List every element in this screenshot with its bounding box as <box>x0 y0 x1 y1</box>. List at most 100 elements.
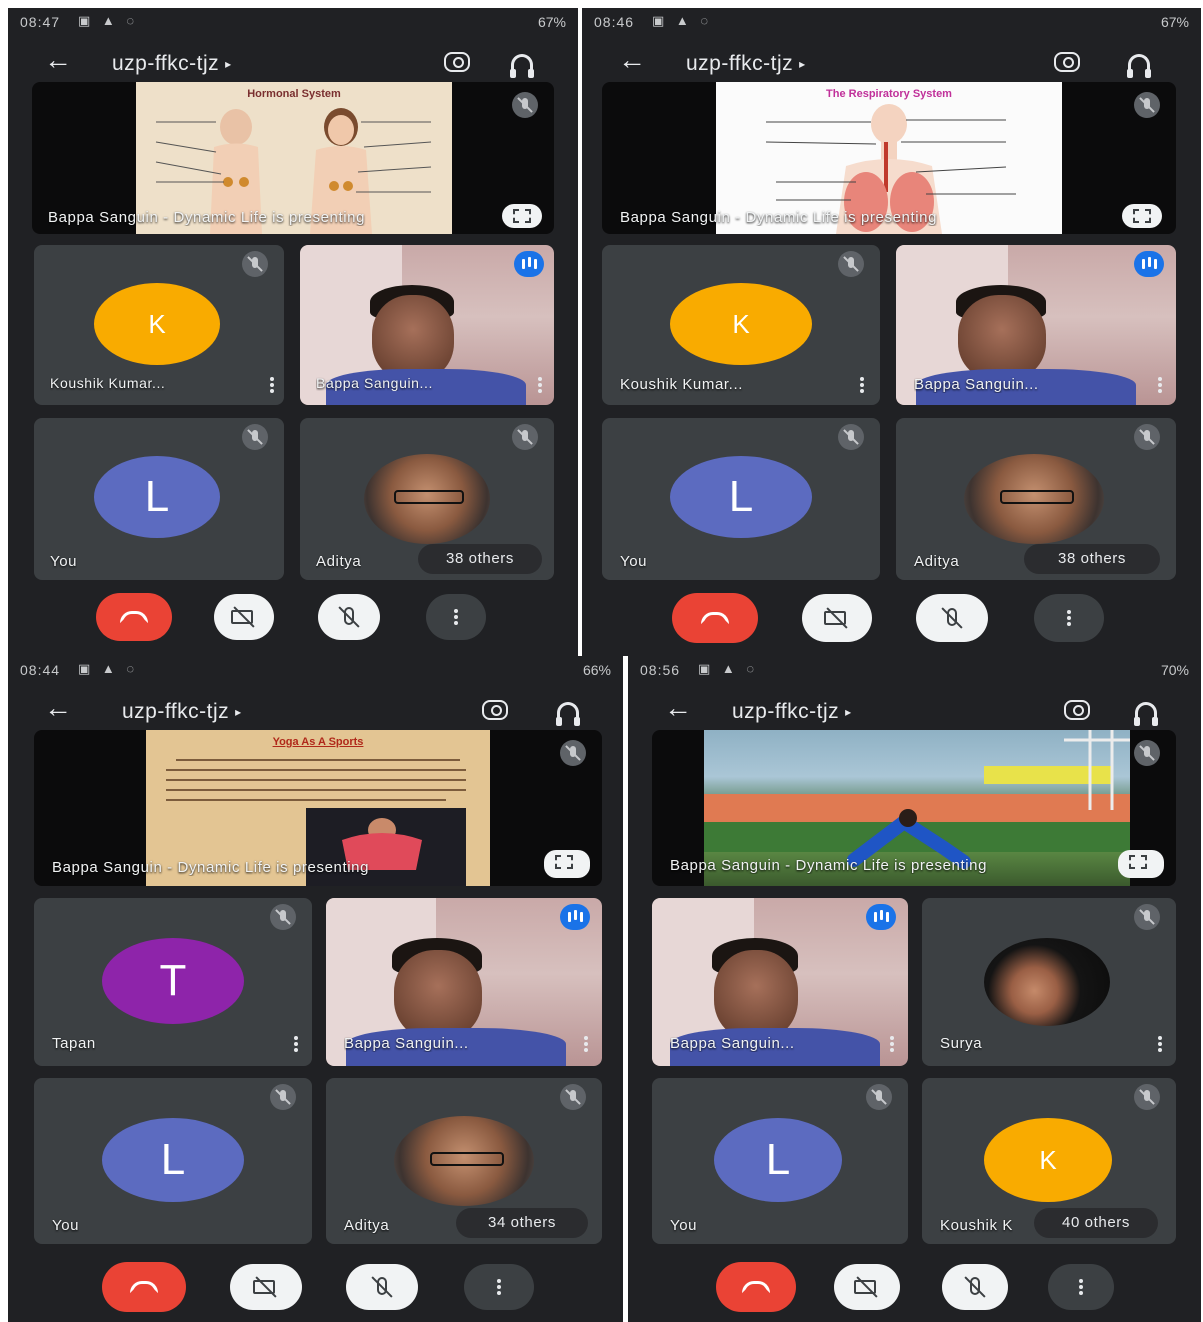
end-call-button[interactable] <box>672 593 758 643</box>
audio-output-icon[interactable] <box>1134 702 1158 726</box>
switch-camera-icon[interactable] <box>1064 700 1090 720</box>
presenter-caption: Bappa Sanguin - Dynamic Life is presenti… <box>620 209 938 226</box>
audio-output-icon[interactable] <box>556 702 580 726</box>
top-bar: ← uzp-ffkc-tjz ▸ <box>628 688 1201 736</box>
presentation-tile[interactable]: Bappa Sanguin - Dynamic Life is presenti… <box>652 730 1176 886</box>
participant-name: You <box>50 553 78 570</box>
more-options-icon[interactable] <box>538 383 542 387</box>
camera-off-button[interactable] <box>230 1264 302 1310</box>
presentation-tile[interactable]: The Respiratory System Bappa Sanguin - D… <box>602 82 1176 234</box>
camera-off-button[interactable] <box>834 1264 900 1310</box>
more-options-icon[interactable] <box>860 383 864 387</box>
participant-tile-koushik[interactable]: K Koushik K 40 others <box>922 1078 1176 1244</box>
more-options-button[interactable] <box>464 1264 534 1310</box>
participant-tile-you[interactable]: L You <box>652 1078 908 1244</box>
participant-tile-aditya[interactable]: Aditya 34 others <box>326 1078 602 1244</box>
caret-right-icon: ▸ <box>845 705 852 720</box>
avatar-k: K <box>984 1118 1112 1202</box>
others-count-chip[interactable]: 40 others <box>1034 1208 1158 1238</box>
participant-tile-you[interactable]: L You <box>34 418 284 580</box>
speaking-indicator-icon <box>1134 251 1164 277</box>
more-options-icon[interactable] <box>294 1042 298 1046</box>
presenter-caption: Bappa Sanguin - Dynamic Life is presenti… <box>52 859 370 876</box>
meet-screen-3: 08:44 ▣ ▲ ◌ 66% ← uzp-ffkc-tjz ▸ Yoga As … <box>8 656 623 1322</box>
meet-screen-1: 08:47 ▣ ▲ ◌ 67% ← uzp-ffkc-tjz ▸ Hormonal… <box>8 8 578 656</box>
back-arrow-icon[interactable]: ← <box>618 46 646 74</box>
others-count-chip[interactable]: 34 others <box>456 1208 588 1238</box>
presentation-tile[interactable]: Yoga As A Sports Bappa Sanguin - Dynamic… <box>34 730 602 886</box>
battery-level: 66% <box>582 662 611 678</box>
more-options-icon[interactable] <box>1158 1042 1162 1046</box>
others-count-chip[interactable]: 38 others <box>418 544 542 574</box>
meeting-code[interactable]: uzp-ffkc-tjz ▸ <box>686 52 806 76</box>
avatar-l: L <box>670 456 812 538</box>
audio-output-icon[interactable] <box>1127 54 1151 78</box>
audio-output-icon[interactable] <box>510 54 534 78</box>
participant-tile-you[interactable]: L You <box>34 1078 312 1244</box>
more-options-icon[interactable] <box>584 1042 588 1046</box>
mic-off-button[interactable] <box>346 1264 418 1310</box>
camera-off-button[interactable] <box>802 594 872 642</box>
participant-tile-koushik[interactable]: K Koushik Kumar... <box>34 245 284 405</box>
slide-title: Yoga As A Sports <box>272 736 364 748</box>
more-options-button[interactable] <box>1048 1264 1114 1310</box>
more-options-icon[interactable] <box>270 383 274 387</box>
switch-camera-icon[interactable] <box>1054 52 1080 72</box>
participant-tile-koushik[interactable]: K Koushik Kumar... <box>602 245 880 405</box>
end-call-button[interactable] <box>102 1262 186 1312</box>
fullscreen-icon[interactable] <box>1118 850 1164 878</box>
participant-name: Koushik K <box>940 1217 1013 1234</box>
more-options-icon[interactable] <box>890 1042 894 1046</box>
meeting-code[interactable]: uzp-ffkc-tjz ▸ <box>112 52 232 76</box>
back-arrow-icon[interactable]: ← <box>44 694 72 722</box>
battery-level: 67% <box>537 14 566 30</box>
back-arrow-icon[interactable]: ← <box>664 694 692 722</box>
participant-name: Bappa Sanguin... <box>316 375 434 391</box>
slide-title: The Respiratory System <box>826 88 952 100</box>
end-call-button[interactable] <box>96 593 172 641</box>
participant-name: Bappa Sanguin... <box>344 1035 469 1052</box>
participant-tile-bappa[interactable]: Bappa Sanguin... <box>300 245 554 405</box>
switch-camera-icon[interactable] <box>444 52 470 72</box>
meeting-code[interactable]: uzp-ffkc-tjz ▸ <box>122 700 242 724</box>
speaking-indicator-icon <box>560 904 590 930</box>
mic-off-button[interactable] <box>916 594 988 642</box>
participant-tile-bappa[interactable]: Bappa Sanguin... <box>896 245 1176 405</box>
notification-icons: ▣ ▲ ◌ <box>652 13 713 28</box>
mic-off-button[interactable] <box>942 1264 1008 1310</box>
notification-icons: ▣ ▲ ◌ <box>78 661 139 676</box>
avatar-t: T <box>102 938 244 1024</box>
camera-off-button[interactable] <box>214 594 274 640</box>
switch-camera-icon[interactable] <box>482 700 508 720</box>
participant-tile-tapan[interactable]: T Tapan <box>34 898 312 1066</box>
fullscreen-icon[interactable] <box>502 204 542 228</box>
participant-tile-bappa[interactable]: Bappa Sanguin... <box>326 898 602 1066</box>
more-options-icon[interactable] <box>1158 383 1162 387</box>
participant-tile-surya[interactable]: Surya <box>922 898 1176 1066</box>
top-bar: ← uzp-ffkc-tjz ▸ <box>8 688 623 736</box>
presenter-caption: Bappa Sanguin - Dynamic Life is presenti… <box>670 857 988 874</box>
meet-screen-2: 08:46 ▣ ▲ ◌ 67% ← uzp-ffkc-tjz ▸ The Resp… <box>582 8 1201 656</box>
participant-tile-aditya[interactable]: Aditya 38 others <box>300 418 554 580</box>
back-arrow-icon[interactable]: ← <box>44 46 72 74</box>
end-call-button[interactable] <box>716 1262 796 1312</box>
others-count-chip[interactable]: 38 others <box>1024 544 1160 574</box>
status-time: 08:47 <box>20 14 61 30</box>
meeting-code[interactable]: uzp-ffkc-tjz ▸ <box>732 700 852 724</box>
mic-off-icon <box>270 904 296 930</box>
fullscreen-icon[interactable] <box>1122 204 1162 228</box>
more-options-button[interactable] <box>1034 594 1104 642</box>
participant-tile-aditya[interactable]: Aditya 38 others <box>896 418 1176 580</box>
participant-name: You <box>670 1217 698 1234</box>
participant-tile-you[interactable]: L You <box>602 418 880 580</box>
fullscreen-icon[interactable] <box>544 850 590 878</box>
more-options-button[interactable] <box>426 594 486 640</box>
aditya-photo <box>964 454 1104 544</box>
speaking-indicator-icon <box>514 251 544 277</box>
participant-tile-bappa[interactable]: Bappa Sanguin... <box>652 898 908 1066</box>
mic-off-button[interactable] <box>318 594 380 640</box>
presentation-tile[interactable]: Hormonal System Bappa Sanguin - Dynamic … <box>32 82 554 234</box>
avatar-k: K <box>94 283 220 365</box>
status-bar: 08:44 ▣ ▲ ◌ 66% <box>8 656 623 684</box>
mic-off-icon <box>1134 92 1160 118</box>
